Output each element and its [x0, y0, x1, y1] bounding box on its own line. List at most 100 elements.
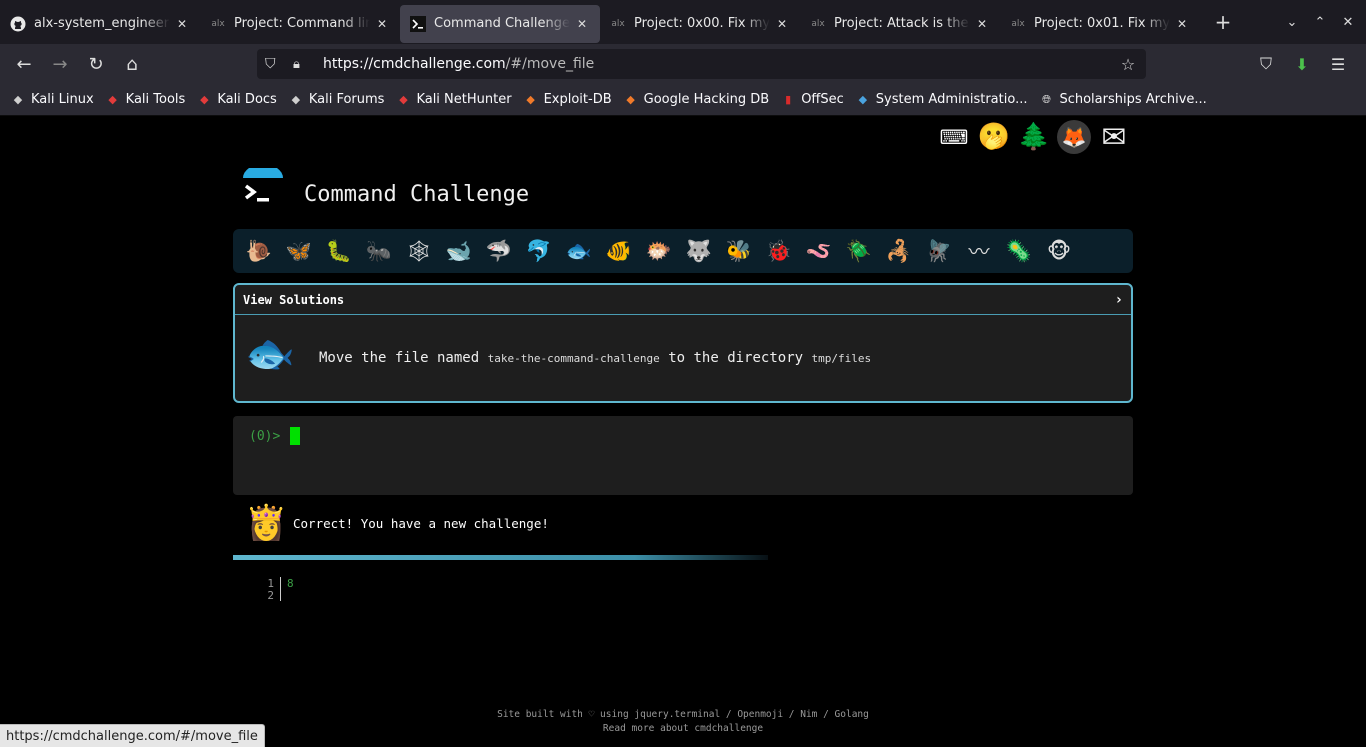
close-window-icon[interactable]: ✕ — [1334, 15, 1362, 30]
tree-icon[interactable]: 🌲 — [1014, 119, 1054, 155]
bookmark-7[interactable]: ◆ Google Hacking DB — [623, 92, 769, 108]
nav-right-controls: ⛉ ⬇ ☰ — [1248, 44, 1356, 84]
line-separator — [280, 577, 281, 589]
terminal-logo-icon[interactable]: ⌨ — [934, 119, 974, 155]
bookmark-10[interactable]: 🌐︎ Scholarships Archive... — [1038, 92, 1207, 108]
url-bar[interactable]: ⛉ 🔒︎ https://cmdchallenge.com/#/move_fil… — [257, 49, 1146, 79]
kali-tools-icon: ◆ — [108, 93, 117, 106]
minimize-icon[interactable]: ⌃ — [1306, 15, 1334, 30]
gitlab-icon[interactable]: 🦊 — [1057, 120, 1091, 154]
tab-list: alx-system_engineering ✕ alx Project: Comma… — [0, 2, 1200, 43]
code-line: 18 — [262, 577, 293, 590]
bookmark-5[interactable]: ◆ Kali NetHunter — [395, 92, 511, 108]
level-ant-icon[interactable]: 🐜 — [359, 233, 399, 269]
level-butterfly-icon[interactable]: 🦋 — [279, 233, 319, 269]
view-solutions-label: View Solutions — [243, 292, 345, 307]
level-microbe-icon[interactable]: 🦠 — [999, 233, 1039, 269]
list-tabs-icon[interactable]: ⌄ — [1278, 15, 1306, 30]
terminal[interactable]: (0)> — [233, 416, 1133, 495]
terminal-icon — [410, 15, 426, 32]
kali-icon: ◆ — [13, 93, 23, 106]
tab-2[interactable]: alx Project: Command line ✕ — [200, 5, 400, 43]
close-icon[interactable]: ✕ — [174, 17, 190, 31]
bookmark-label: Kali Linux — [31, 92, 94, 107]
line-number: 2 — [267, 588, 274, 602]
close-icon[interactable]: ✕ — [974, 17, 990, 31]
feedback-text: Correct! You have a new challenge! — [293, 515, 549, 531]
tab-title: Project: Attack is the be — [834, 16, 970, 31]
home-icon[interactable]: ⌂ — [114, 48, 150, 80]
bookmark-star-icon[interactable]: ☆ — [1116, 55, 1140, 74]
menu-icon[interactable]: ☰ — [1320, 55, 1356, 74]
bookmark-3[interactable]: ◆ Kali Docs — [196, 92, 277, 108]
kali-forums-icon: ◆ — [291, 93, 301, 106]
back-icon[interactable]: ← — [6, 48, 42, 80]
level-dolphin-icon[interactable]: 🐬 — [519, 233, 559, 269]
challenge-panel: View Solutions › 🐟 Move the file named t… — [233, 283, 1133, 403]
level-wolf-icon[interactable]: 🐺 — [679, 233, 719, 269]
tab-4[interactable]: alx Project: 0x00. Fix my co ✕ — [600, 5, 800, 43]
page-title: Command Challenge — [304, 182, 530, 207]
level-shark-icon[interactable]: 🦈 — [479, 233, 519, 269]
bookmark-8[interactable]: ▮ OffSec — [780, 92, 844, 108]
level-monkey-icon[interactable]: 🐵 — [1039, 233, 1079, 269]
lock-icon[interactable]: 🔒︎ — [293, 57, 309, 72]
reload-icon[interactable]: ↻ — [78, 48, 114, 80]
tab-strip-controls: ⌄ ⌃ ✕ — [1278, 0, 1366, 44]
bookmark-4[interactable]: ◆ Kali Forums — [288, 92, 385, 108]
challenge-body: 🐟 Move the file named take-the-command-c… — [235, 315, 1131, 401]
level-bee-icon[interactable]: 🐝 — [719, 233, 759, 269]
pocket-icon[interactable]: ⛉ — [1248, 54, 1284, 74]
download-icon[interactable]: ⬇ — [1284, 55, 1320, 74]
bookmark-9[interactable]: ◆ System Administratio... — [855, 92, 1028, 108]
bookmark-6[interactable]: ◆ Exploit-DB — [523, 92, 611, 108]
level-worm-icon[interactable]: 🪱 — [799, 233, 839, 269]
level-ladybug-icon[interactable]: 🐞 — [759, 233, 799, 269]
desc-text-2: to the directory — [659, 350, 812, 366]
tab-title: Command Challenge! — [434, 16, 570, 31]
level-tropical-fish-icon[interactable]: 🐠 — [599, 233, 639, 269]
feedback-message: 👸 Correct! You have a new challenge! — [245, 503, 549, 543]
view-solutions-header[interactable]: View Solutions › — [235, 285, 1131, 315]
bookmark-label: Kali Docs — [217, 92, 277, 107]
forward-icon[interactable]: → — [42, 48, 78, 80]
github-icon — [10, 16, 26, 32]
close-icon[interactable]: ✕ — [774, 17, 790, 31]
tab-1[interactable]: alx-system_engineering ✕ — [0, 5, 200, 43]
level-caterpillar-icon[interactable]: 🐛 — [319, 233, 359, 269]
mail-icon[interactable]: ✉ — [1094, 119, 1134, 155]
level-fish-icon[interactable]: 🐟 — [559, 233, 599, 269]
code-output: 182 — [262, 577, 293, 602]
bookmark-2[interactable]: ◆ Kali Tools — [105, 92, 185, 108]
exploit-db-icon: ◆ — [526, 93, 535, 106]
tab-strip: alx-system_engineering ✕ alx Project: Comma… — [0, 0, 1366, 44]
level-spider-web-icon[interactable]: 🕸 — [399, 233, 439, 269]
tab-6[interactable]: alx Project: 0x01. Fix my co ✕ — [1000, 5, 1200, 43]
level-beetle-icon[interactable]: 🪲 — [839, 233, 879, 269]
offsec-icon: ▮ — [785, 93, 792, 106]
level-fly-icon[interactable]: 🪰 — [919, 233, 959, 269]
terminal-cursor[interactable] — [290, 427, 300, 445]
kali-docs-icon: ◆ — [200, 93, 209, 106]
chevron-right-icon[interactable]: › — [1115, 292, 1123, 308]
bookmark-1[interactable]: ◆ Kali Linux — [10, 92, 94, 108]
url-text[interactable]: https://cmdchallenge.com/#/move_file — [323, 56, 1116, 72]
tab-3[interactable]: Command Challenge! ✕ — [400, 4, 600, 43]
desc-directory: tmp/files — [811, 352, 872, 365]
level-snail-icon[interactable]: 🐌 — [239, 233, 279, 269]
url-path: /#/move_file — [505, 56, 595, 72]
level-earthworm-icon[interactable]: 〰 — [959, 233, 999, 269]
bookmarks-toolbar: ◆ Kali Linux ◆ Kali Tools ◆ Kali Docs ◆ Kali Fo… — [0, 84, 1366, 116]
close-icon[interactable]: ✕ — [574, 17, 590, 31]
challenge-description: Move the file named take-the-command-cha… — [319, 350, 871, 366]
level-whale-icon[interactable]: 🐋 — [439, 233, 479, 269]
shield-icon[interactable]: ⛉ — [265, 56, 281, 72]
close-icon[interactable]: ✕ — [1174, 17, 1190, 31]
tab-5[interactable]: alx Project: Attack is the be ✕ — [800, 5, 1000, 43]
close-icon[interactable]: ✕ — [374, 17, 390, 31]
level-scorpion-icon[interactable]: 🦂 — [879, 233, 919, 269]
new-tab-button[interactable]: + — [1208, 10, 1238, 34]
kali-nethunter-icon: ◆ — [399, 93, 408, 106]
yawning-face-icon[interactable]: 🫢 — [974, 119, 1014, 155]
level-blowfish-icon[interactable]: 🐡 — [639, 233, 679, 269]
